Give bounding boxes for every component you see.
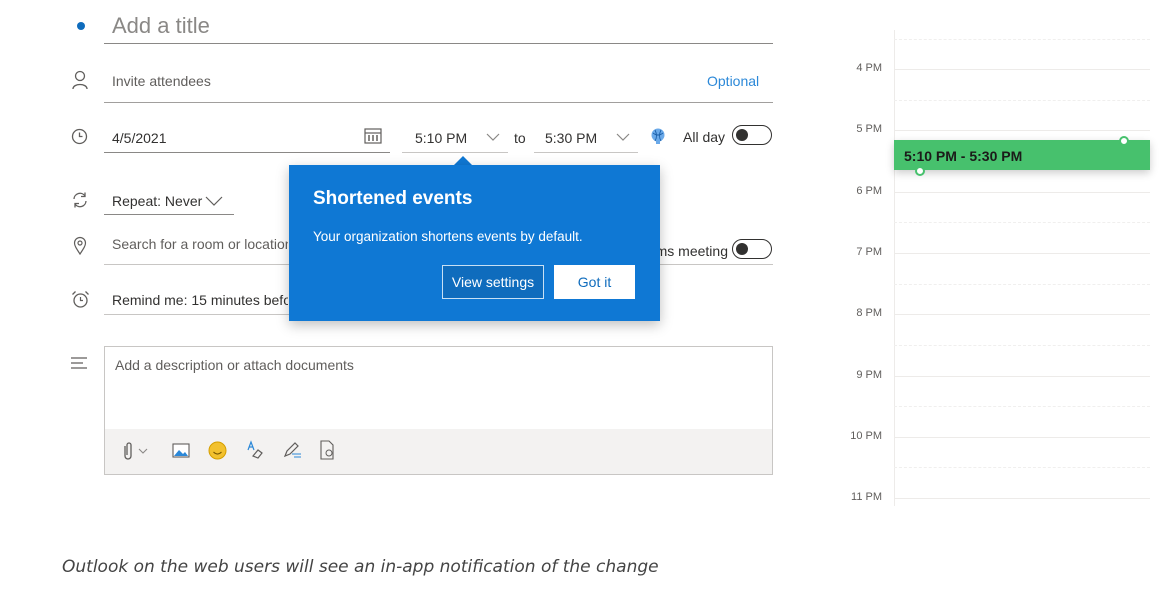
hour-line xyxy=(894,436,1150,438)
calendar-day-grid xyxy=(894,30,1150,506)
hour-label: 9 PM xyxy=(856,368,882,381)
title-underline xyxy=(104,43,773,44)
attach-chevron-down-icon[interactable] xyxy=(138,448,148,454)
calendar-event[interactable]: 5:10 PM - 5:30 PM xyxy=(894,140,1150,170)
image-caption: Outlook on the web users will see an in-… xyxy=(62,557,659,577)
optional-attendees-link[interactable]: Optional xyxy=(707,73,759,89)
title-color-dot xyxy=(77,22,85,30)
reminder-underline xyxy=(104,314,290,315)
description-toolbar xyxy=(105,429,772,474)
location-pin-icon xyxy=(73,236,87,256)
half-hour-line xyxy=(894,467,1150,469)
shortened-events-callout: Shortened events Your organization short… xyxy=(289,165,660,321)
description-editor[interactable]: Add a description or attach documents xyxy=(104,346,773,475)
description-lines-icon xyxy=(71,357,87,369)
end-time-chevron-down-icon[interactable] xyxy=(616,133,630,141)
view-settings-button[interactable]: View settings xyxy=(442,265,544,299)
signature-icon[interactable] xyxy=(282,441,302,459)
repeat-icon xyxy=(73,192,87,208)
calendar-icon[interactable] xyxy=(364,127,382,144)
hour-label: 5 PM xyxy=(856,123,882,136)
alarm-clock-icon xyxy=(72,291,89,308)
end-time-underline xyxy=(534,152,638,153)
invite-attendees-input[interactable]: Invite attendees xyxy=(112,73,211,89)
teams-meeting-toggle[interactable] xyxy=(732,239,772,259)
attach-icon[interactable] xyxy=(122,441,134,461)
hour-label: 8 PM xyxy=(856,307,882,320)
location-input[interactable]: Search for a room or location xyxy=(112,236,288,252)
to-label: to xyxy=(514,130,526,146)
all-day-toggle[interactable] xyxy=(732,125,772,145)
event-time-label: 5:10 PM - 5:30 PM xyxy=(904,148,1023,164)
repeat-underline xyxy=(104,214,234,215)
half-hour-line xyxy=(894,39,1150,40)
hour-line xyxy=(894,498,1150,500)
hour-label: 4 PM xyxy=(856,62,882,74)
half-hour-line xyxy=(894,406,1150,408)
hour-line xyxy=(894,130,1150,132)
title-input[interactable]: Add a title xyxy=(112,13,210,39)
hour-label: 10 PM xyxy=(850,429,882,442)
date-underline xyxy=(104,152,390,153)
hour-line xyxy=(894,375,1150,377)
event-resize-handle-bottom[interactable] xyxy=(915,166,925,176)
teams-meeting-label: Teams meeting xyxy=(660,243,728,259)
format-text-icon[interactable] xyxy=(246,440,264,460)
end-time-input[interactable]: 5:30 PM xyxy=(545,130,597,146)
hour-line xyxy=(894,191,1150,193)
file-icon[interactable] xyxy=(319,440,335,460)
repeat-dropdown[interactable]: Repeat: Never xyxy=(112,193,202,209)
start-time-underline xyxy=(402,152,508,153)
callout-title: Shortened events xyxy=(313,188,473,209)
all-day-toggle-knob xyxy=(736,128,748,141)
image-icon[interactable] xyxy=(172,443,190,458)
emoji-icon[interactable] xyxy=(208,441,227,460)
all-day-label: All day xyxy=(683,129,726,145)
hour-line xyxy=(894,252,1150,254)
time-zone-globe-icon[interactable] xyxy=(650,127,666,145)
got-it-button[interactable]: Got it xyxy=(554,265,635,299)
half-hour-line xyxy=(894,283,1150,285)
event-resize-handle-top[interactable] xyxy=(1119,136,1129,146)
attendees-underline xyxy=(104,102,773,103)
callout-body: Your organization shortens events by def… xyxy=(313,229,583,244)
reminder-dropdown[interactable]: Remind me: 15 minutes before xyxy=(112,292,288,308)
start-time-input[interactable]: 5:10 PM xyxy=(415,130,467,146)
hour-line xyxy=(894,69,1150,70)
hour-label: 6 PM xyxy=(856,184,882,197)
hour-line xyxy=(894,314,1150,316)
half-hour-line xyxy=(894,344,1150,346)
description-placeholder: Add a description or attach documents xyxy=(115,357,354,373)
teams-meeting-toggle-knob xyxy=(736,242,748,255)
repeat-chevron-down-icon[interactable] xyxy=(205,196,223,206)
clock-icon xyxy=(71,128,88,145)
hour-label: 7 PM xyxy=(856,245,882,258)
start-time-chevron-down-icon[interactable] xyxy=(486,133,500,141)
hour-label: 11 PM xyxy=(851,491,882,504)
person-icon xyxy=(72,70,88,90)
half-hour-line xyxy=(894,99,1150,101)
date-input[interactable]: 4/5/2021 xyxy=(112,130,167,146)
half-hour-line xyxy=(894,222,1150,224)
